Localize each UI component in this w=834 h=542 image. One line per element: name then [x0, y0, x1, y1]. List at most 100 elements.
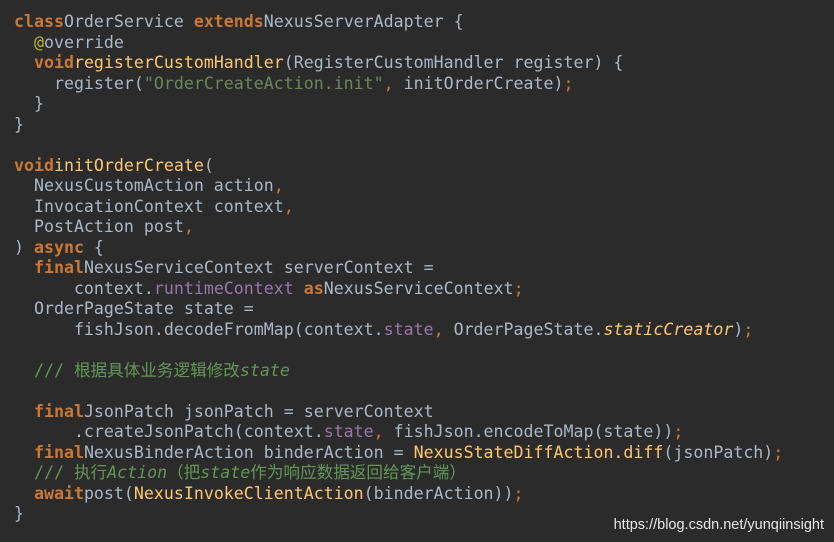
code-token: { — [83, 237, 104, 257]
code-token: state — [383, 319, 434, 339]
code-token: ; — [773, 442, 784, 462]
code-line: register("OrderCreateAction.init", initO… — [14, 74, 783, 95]
code-line: /// 执行Action（把state作为响应数据返回给客户端） — [14, 463, 783, 484]
code-line: finalJsonPatch jsonPatch = serverContext — [14, 402, 783, 423]
code-token: NexusServiceContext serverContext = — [83, 258, 434, 277]
code-token: , — [373, 422, 394, 441]
code-token: /// 执行 — [33, 463, 108, 482]
code-token: OrderPageState state = — [14, 299, 254, 318]
code-token: fishJson.encodeToMap(state)) — [393, 422, 674, 441]
code-token: , — [273, 176, 284, 195]
code-token: NexusInvokeClientAction — [133, 483, 364, 503]
code-token: register( — [14, 73, 144, 93]
code-token: (RegisterCustomHandler register) { — [283, 53, 624, 72]
code-token: context. — [14, 278, 154, 298]
code-token: ; — [563, 73, 574, 93]
code-token: OrderPageState. — [453, 319, 604, 339]
code-token: final — [33, 258, 84, 277]
watermark-url: https://blog.csdn.net/yunqiinsight — [613, 517, 824, 533]
code-content[interactable]: classOrderService extendsNexusServerAdap… — [14, 12, 783, 525]
code-token: state — [239, 360, 290, 380]
code-token: await — [33, 483, 84, 503]
code-token: InvocationContext context — [14, 196, 284, 216]
code-token: ) — [14, 237, 34, 257]
code-token: post( — [83, 483, 134, 503]
code-token: staticCreator — [603, 319, 734, 339]
code-token: extends — [193, 12, 264, 31]
code-token: /// 根据具体业务逻辑修改 — [33, 360, 240, 380]
code-line: voidinitOrderCreate( — [14, 156, 783, 177]
code-editor[interactable]: classOrderService extendsNexusServerAdap… — [0, 0, 834, 542]
code-token: ( — [203, 155, 214, 175]
code-token: NexusBinderAction binderAction = — [83, 442, 414, 462]
code-token: async — [33, 237, 84, 257]
code-token: state — [200, 463, 251, 482]
code-token: , — [433, 319, 454, 339]
code-token: JsonPatch jsonPatch = serverContext — [83, 401, 434, 421]
code-line: @override — [14, 33, 783, 54]
code-token: .createJsonPatch(context. — [14, 422, 324, 441]
code-token: state — [323, 422, 374, 441]
code-token: NexusServiceContext — [323, 278, 514, 298]
code-token: NexusServerAdapter { — [263, 12, 464, 31]
code-token: , — [283, 196, 294, 216]
code-token: final — [33, 442, 84, 462]
code-line: finalNexusBinderAction binderAction = Ne… — [14, 443, 783, 464]
code-line: OrderPageState state = — [14, 299, 783, 320]
code-token: , — [383, 73, 404, 93]
code-token: final — [33, 401, 84, 421]
code-token: } — [14, 504, 24, 523]
code-line: ) async { — [14, 238, 783, 259]
code-token: (binderAction)) — [363, 483, 514, 503]
code-token: NexusStateDiffAction.diff — [413, 442, 664, 462]
code-token: ; — [743, 319, 754, 339]
code-token: registerCustomHandler — [73, 53, 284, 72]
code-line: /// 根据具体业务逻辑修改state — [14, 361, 783, 382]
code-token: void — [33, 53, 74, 72]
code-token: runtimeContext — [153, 278, 294, 298]
code-token: class — [14, 12, 64, 31]
code-token: ) — [733, 319, 744, 339]
code-line: } — [14, 115, 783, 136]
code-line: InvocationContext context, — [14, 197, 783, 218]
code-token: ; — [673, 422, 684, 441]
code-token: OrderService — [63, 12, 194, 31]
code-token: ; — [513, 483, 524, 503]
code-token: Action — [107, 463, 168, 482]
code-token: @ — [33, 32, 44, 52]
code-line: awaitpost(NexusInvokeClientAction(binder… — [14, 484, 783, 505]
code-token: } — [14, 94, 44, 113]
code-token: initOrderCreate) — [403, 73, 564, 93]
code-line: .createJsonPatch(context.state, fishJson… — [14, 422, 783, 443]
code-line: fishJson.decodeFromMap(context.state, Or… — [14, 320, 783, 341]
code-line: voidregisterCustomHandler(RegisterCustom… — [14, 53, 783, 74]
code-token: 作为响应数据返回给客户端） — [250, 463, 466, 482]
code-token: PostAction post — [14, 217, 184, 236]
code-token: , — [183, 217, 194, 236]
code-token: (jsonPatch) — [663, 442, 774, 462]
code-token: override — [43, 32, 124, 52]
code-token: fishJson.decodeFromMap(context. — [14, 319, 384, 339]
code-token: void — [14, 155, 54, 175]
code-line: NexusCustomAction action, — [14, 176, 783, 197]
code-token: as — [293, 278, 324, 298]
code-token: NexusCustomAction action — [14, 176, 274, 195]
code-line: finalNexusServiceContext serverContext = — [14, 258, 783, 279]
code-line: context.runtimeContext asNexusServiceCon… — [14, 279, 783, 300]
code-line: PostAction post, — [14, 217, 783, 238]
code-token: "OrderCreateAction.init" — [143, 73, 384, 93]
code-token: （把 — [167, 463, 201, 482]
code-line: classOrderService extendsNexusServerAdap… — [14, 12, 783, 33]
code-token: } — [14, 114, 24, 134]
code-token: initOrderCreate — [53, 155, 204, 175]
